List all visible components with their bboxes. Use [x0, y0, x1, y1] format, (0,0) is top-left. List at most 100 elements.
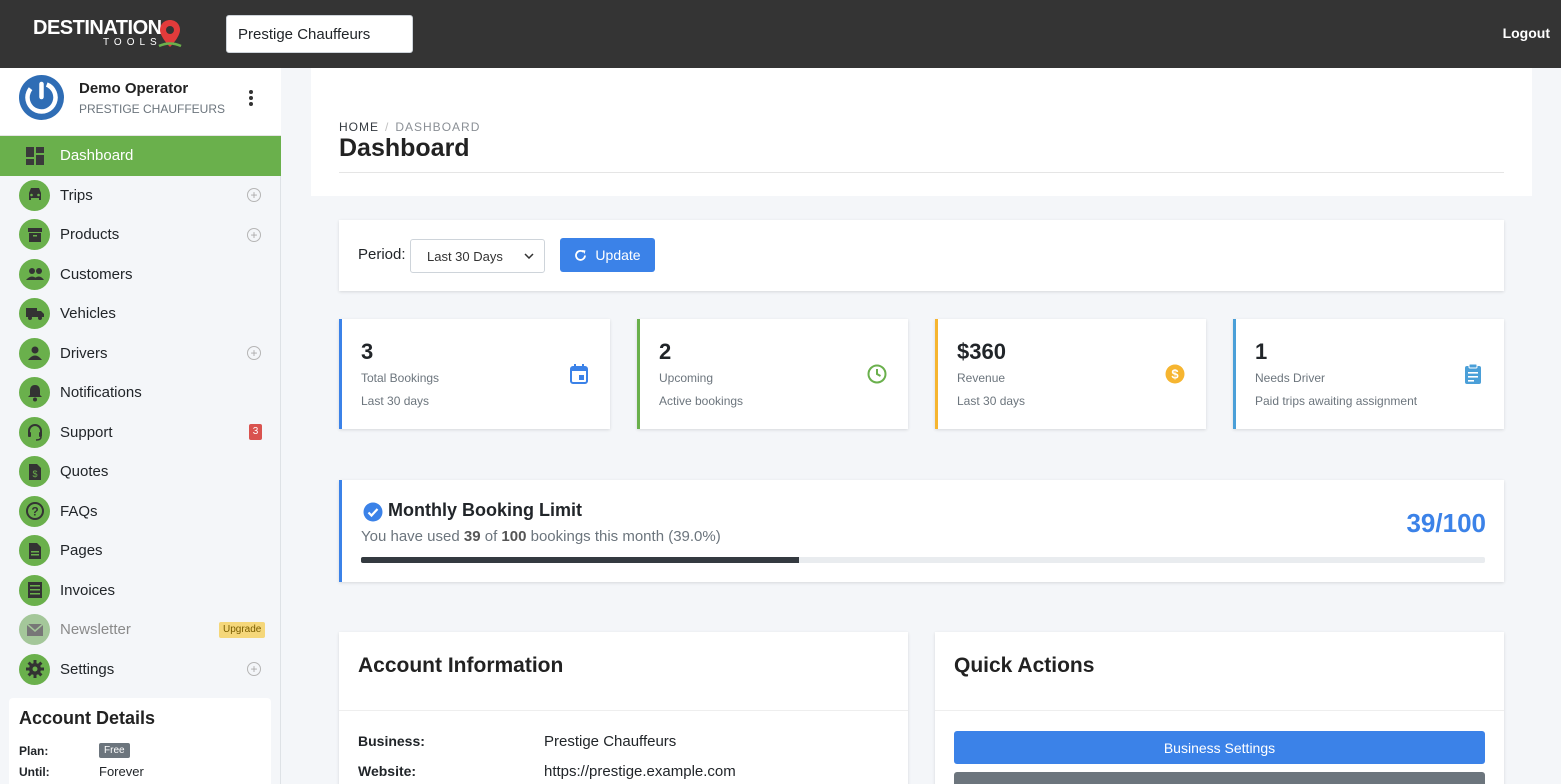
add-driver-icon[interactable]: + [247, 346, 261, 361]
user-panel: Demo Operator PRESTIGE CHAUFFEURS [0, 68, 281, 136]
sidebar-item-dashboard[interactable]: Dashboard [0, 136, 281, 176]
mail-icon [19, 614, 50, 646]
website-value[interactable]: https://prestige.example.com [544, 763, 736, 780]
used-count: 39 [463, 528, 481, 545]
sidebar-item-label: Settings [60, 660, 115, 678]
stat-value: 3 [361, 339, 374, 364]
calendar-icon [570, 364, 588, 384]
booking-limit-progress-bar [361, 557, 1485, 563]
svg-text:$: $ [1171, 367, 1179, 382]
api-settings-button[interactable]: API Settings [954, 772, 1485, 784]
headset-icon [19, 416, 50, 448]
sidebar-item-label: Pages [60, 542, 103, 560]
card-divider [339, 710, 908, 711]
add-trip-icon[interactable]: + [247, 188, 261, 203]
clipboard-icon [1465, 363, 1481, 384]
dollar-icon: $ [1165, 364, 1185, 384]
sidebar-item-settings[interactable]: Settings + [0, 650, 281, 690]
sidebar-nav: Dashboard Trips + Products + Customers V… [0, 136, 281, 689]
sidebar-item-label: Customers [60, 265, 133, 283]
stat-sub: Last 30 days [361, 394, 430, 408]
stat-label: Total Bookings [361, 371, 440, 385]
sidebar-item-pages[interactable]: Pages [0, 531, 281, 571]
settings-expand-icon[interactable]: + [247, 662, 261, 677]
svg-text:$: $ [32, 469, 37, 479]
map-pin-icon [158, 20, 182, 48]
chevron-down-icon [524, 253, 534, 259]
monthly-booking-limit-card: Monthly Booking Limit You have used 39 o… [339, 480, 1504, 582]
sidebar-item-quotes[interactable]: $ Quotes [0, 452, 281, 492]
website-row: Website: https://prestige.example.com [358, 763, 736, 780]
upgrade-badge[interactable]: Upgrade [219, 621, 266, 638]
progress-fill [361, 557, 800, 563]
breadcrumb-separator: / [385, 120, 390, 134]
desc-suffix: bookings this month (39.0%) [526, 528, 721, 545]
sidebar-item-trips[interactable]: Trips + [0, 176, 281, 216]
stat-card-needs-driver[interactable]: 1 Needs Driver Paid trips awaiting assig… [1233, 319, 1504, 429]
kebab-menu-icon[interactable] [248, 90, 254, 108]
breadcrumb: HOME / DASHBOARD [339, 120, 480, 134]
plan-label: Plan: [19, 743, 49, 758]
period-select[interactable]: Last 30 Days [410, 239, 545, 273]
stat-card-total-bookings[interactable]: 3 Total Bookings Last 30 days [339, 319, 610, 429]
sidebar-item-faqs[interactable]: ? FAQs [0, 492, 281, 532]
sidebar-item-label: Newsletter [60, 621, 131, 639]
sidebar-item-products[interactable]: Products + [0, 215, 281, 255]
sidebar-item-customers[interactable]: Customers [0, 255, 281, 295]
sidebar-item-invoices[interactable]: Invoices [0, 571, 281, 611]
gear-icon [19, 653, 50, 685]
plan-badge: Free [99, 743, 130, 758]
refresh-icon [575, 249, 587, 261]
sidebar-item-label: FAQs [60, 502, 98, 520]
booking-limit-title: Monthly Booking Limit [388, 500, 582, 520]
breadcrumb-current: DASHBOARD [395, 120, 481, 134]
card-divider [935, 710, 1504, 711]
sidebar-item-notifications[interactable]: Notifications [0, 373, 281, 413]
sidebar-item-support[interactable]: Support 3 [0, 413, 281, 453]
stat-card-revenue[interactable]: $360 Revenue Last 30 days $ [935, 319, 1206, 429]
stat-card-upcoming[interactable]: 2 Upcoming Active bookings [637, 319, 908, 429]
invoice-icon [19, 574, 50, 606]
stat-value: $360 [957, 339, 1006, 364]
person-icon [19, 337, 50, 369]
business-settings-button[interactable]: Business Settings [954, 731, 1485, 764]
sidebar-item-vehicles[interactable]: Vehicles [0, 294, 281, 334]
company-search-input[interactable] [226, 15, 413, 53]
page-icon [19, 535, 50, 567]
account-details-panel: Account Details Plan: Free Until: Foreve… [9, 698, 271, 784]
quick-actions-card: Quick Actions Business Settings API Sett… [935, 632, 1504, 784]
main-content: HOME / DASHBOARD Dashboard Period: Last 30… [281, 68, 1561, 784]
avatar[interactable] [19, 75, 64, 120]
period-selected-value: Last 30 Days [427, 248, 503, 264]
logout-link[interactable]: Logout [1503, 25, 1550, 41]
business-row: Business: Prestige Chauffeurs [358, 733, 676, 750]
until-value: Forever [99, 764, 144, 779]
page-header: HOME / DASHBOARD Dashboard [311, 68, 1532, 196]
user-company: PRESTIGE CHAUFFEURS [79, 102, 226, 116]
support-count-badge: 3 [249, 424, 262, 441]
add-product-icon[interactable]: + [247, 227, 261, 242]
destination-tools-logo[interactable]: DESTINATION TOOLS [33, 17, 188, 51]
car-icon [19, 179, 50, 211]
update-button-label: Update [595, 247, 641, 263]
breadcrumb-home[interactable]: HOME [339, 120, 379, 134]
sidebar-item-label: Trips [60, 186, 93, 204]
sidebar-item-label: Quotes [60, 463, 109, 481]
sidebar-item-newsletter[interactable]: Newsletter Upgrade [0, 610, 281, 650]
quick-actions-title: Quick Actions [954, 654, 1095, 677]
update-button[interactable]: Update [560, 238, 655, 272]
page-title: Dashboard [339, 134, 470, 162]
period-filter-card: Period: Last 30 Days Update [339, 220, 1504, 291]
stat-sub: Paid trips awaiting assignment [1255, 394, 1418, 408]
sidebar-item-drivers[interactable]: Drivers + [0, 334, 281, 374]
booking-limit-description: You have used 39 of 100 bookings this mo… [361, 528, 721, 545]
top-bar: DESTINATION TOOLS Logout [0, 0, 1561, 68]
business-label: Business: [358, 733, 425, 749]
account-information-title: Account Information [358, 654, 564, 677]
user-name: Demo Operator [79, 80, 189, 97]
quote-doc-icon: $ [19, 456, 50, 488]
sidebar-item-label: Notifications [60, 384, 142, 402]
period-label: Period: [358, 246, 406, 263]
sidebar-item-label: Support [60, 423, 113, 441]
archive-icon [19, 219, 50, 251]
